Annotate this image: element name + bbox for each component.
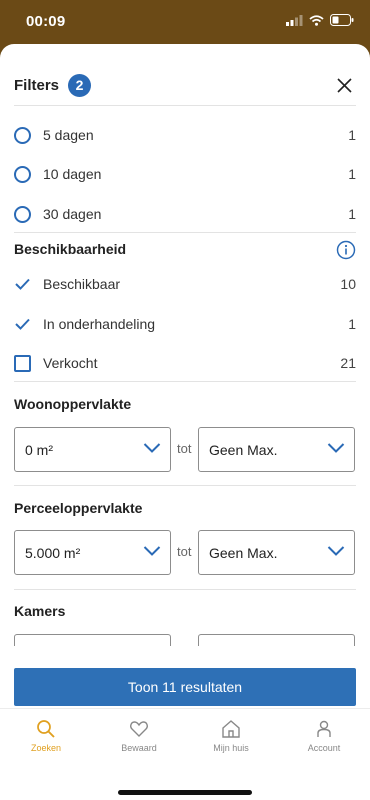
select-value: 5.000 m² (25, 544, 81, 561)
period-option-30[interactable]: 30 dagen 1 (14, 202, 356, 226)
plot-area-min-select[interactable]: 5.000 m² (14, 530, 171, 575)
close-icon (336, 77, 352, 93)
select-value: Geen Max. (209, 441, 278, 458)
chevron-down-icon (143, 443, 161, 453)
period-option-10[interactable]: 10 dagen 1 (14, 162, 356, 186)
option-label: 30 dagen (43, 206, 102, 222)
option-count: 10 (340, 276, 356, 292)
section-title-availability: Beschikbaarheid (14, 241, 127, 257)
close-button[interactable] (332, 73, 356, 97)
option-label: 5 dagen (43, 127, 94, 143)
option-label: In onderhandeling (43, 316, 156, 332)
checkbox-checked[interactable] (14, 316, 31, 333)
option-label: Beschikbaar (43, 276, 121, 292)
battery-icon (330, 14, 354, 26)
checkbox-unchecked[interactable] (14, 354, 31, 372)
option-count: 1 (348, 316, 356, 332)
wifi-icon (309, 14, 324, 26)
status-icons (286, 14, 354, 26)
checkmark-icon (15, 278, 30, 290)
option-label: 10 dagen (43, 166, 102, 182)
tab-mijn-huis[interactable]: Mijn huis (185, 719, 277, 753)
checkmark-icon (15, 318, 30, 330)
divider (14, 485, 356, 486)
range-separator: tot (177, 441, 192, 456)
heart-icon (130, 721, 148, 737)
tab-label: Mijn huis (213, 743, 249, 753)
home-indicator (118, 790, 252, 795)
divider (14, 381, 356, 382)
checkbox-checked[interactable] (14, 276, 31, 293)
availability-option-beschikbaar[interactable]: Beschikbaar 10 (14, 272, 356, 296)
home-icon (222, 720, 240, 738)
chevron-down-icon (143, 546, 161, 556)
radio-button[interactable] (14, 205, 31, 223)
chevron-down-icon (327, 546, 345, 556)
filters-sheet: Filters 2 5 dagen 1 10 dagen 1 30 dagen … (0, 44, 370, 800)
range-separator: tot (177, 544, 192, 559)
option-count: 1 (348, 127, 356, 143)
tab-account[interactable]: Account (278, 719, 370, 753)
availability-option-verkocht[interactable]: Verkocht 21 (14, 351, 356, 375)
divider (14, 105, 356, 106)
search-icon (37, 720, 55, 738)
sheet-header: Filters 2 (14, 68, 356, 102)
tab-label: Bewaard (121, 743, 157, 753)
tab-bewaard[interactable]: Bewaard (93, 719, 185, 753)
plot-area-max-select[interactable]: Geen Max. (198, 530, 355, 575)
tab-zoeken[interactable]: Zoeken (0, 719, 92, 753)
section-title-plot-area: Perceeloppervlakte (14, 500, 143, 516)
chevron-down-icon (327, 443, 345, 453)
option-count: 21 (340, 355, 356, 371)
radio-button[interactable] (14, 165, 31, 183)
living-area-max-select[interactable]: Geen Max. (198, 427, 355, 472)
filter-count-badge: 2 (68, 73, 92, 97)
info-icon[interactable] (336, 240, 356, 260)
living-area-min-select[interactable]: 0 m² (14, 427, 171, 472)
signal-icon (286, 14, 303, 26)
radio-button[interactable] (14, 126, 31, 144)
page-title: Filters (14, 76, 60, 94)
select-value: 0 m² (25, 441, 53, 458)
tab-label: Zoeken (30, 743, 62, 753)
status-bar: 00:09 (0, 0, 370, 44)
select-value: Geen Max. (209, 544, 278, 561)
tab-bar: Zoeken Bewaard Mijn huis Account (0, 708, 370, 800)
show-results-button[interactable]: Toon 11 resultaten (14, 668, 356, 706)
section-title-living-area: Woonoppervlakte (14, 396, 132, 412)
period-option-5[interactable]: 5 dagen 1 (14, 123, 356, 147)
status-time: 00:09 (26, 13, 66, 30)
option-label: Verkocht (43, 355, 98, 371)
option-count: 1 (348, 166, 356, 182)
availability-option-onderhandeling[interactable]: In onderhandeling 1 (14, 312, 356, 336)
tab-label: Account (307, 743, 341, 753)
option-count: 1 (348, 206, 356, 222)
section-title-rooms: Kamers (14, 603, 66, 619)
divider (14, 589, 356, 590)
divider (14, 232, 356, 233)
user-icon (317, 720, 331, 737)
